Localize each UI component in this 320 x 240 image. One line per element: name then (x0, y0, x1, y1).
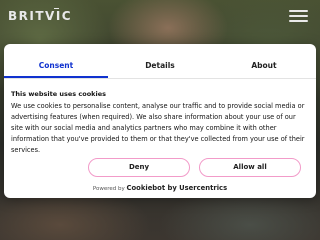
powered-by: Powered by Cookiebot by Usercentrics (4, 184, 316, 192)
tab-details[interactable]: Details (108, 44, 212, 78)
consent-tabs: Consent Details About (4, 44, 316, 79)
brand-logo[interactable]: BRITVIC (8, 9, 72, 23)
logo-accent (54, 8, 59, 12)
cookie-consent-dialog: Consent Details About This website uses … (4, 44, 316, 198)
hamburger-menu-icon[interactable] (289, 10, 308, 23)
consent-body: We use cookies to personalise content, a… (11, 102, 305, 154)
consent-heading: This website uses cookies (11, 90, 107, 98)
menu-bar (289, 10, 308, 12)
tab-consent[interactable]: Consent (4, 44, 108, 78)
menu-bar (289, 20, 308, 22)
tab-about[interactable]: About (212, 44, 316, 78)
deny-button[interactable]: Deny (88, 158, 190, 177)
site-header: BRITVIC (0, 0, 320, 30)
allow-all-button[interactable]: Allow all (199, 158, 301, 177)
menu-bar (289, 15, 308, 17)
active-tab-indicator (4, 76, 108, 78)
powered-by-label: Powered by (92, 186, 125, 192)
cookiebot-brand[interactable]: Cookiebot by Usercentrics (127, 184, 228, 192)
